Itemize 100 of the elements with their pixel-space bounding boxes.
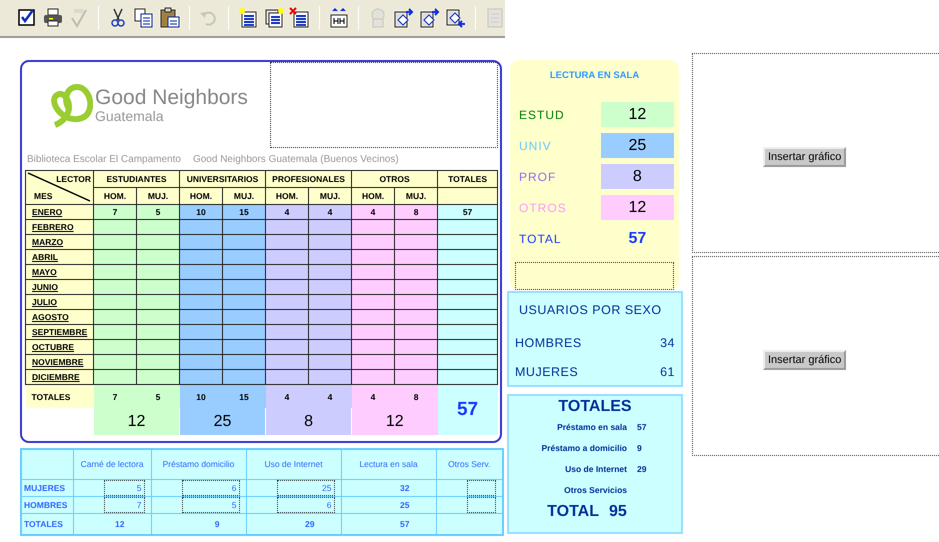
toolbar-button[interactable] — [133, 6, 155, 30]
input-field[interactable]: 7 — [104, 496, 144, 512]
row-label: TOTAL — [518, 232, 563, 246]
total-value: 95 — [609, 503, 628, 521]
logo-title: Good Neighbors — [95, 86, 248, 108]
diagonal-line — [26, 172, 92, 203]
row-value: 57 — [637, 422, 648, 432]
table-cell: 7 — [94, 204, 136, 220]
table-cell: 10 — [180, 384, 223, 408]
table-cell: 8 — [394, 384, 438, 408]
toolbar-button[interactable] — [289, 6, 311, 30]
toolbar-button[interactable] — [419, 6, 441, 30]
input-field[interactable] — [466, 496, 496, 512]
group-total: 8 — [266, 408, 352, 435]
group-total: 12 — [94, 408, 180, 435]
row-label: Préstamo en sala — [556, 422, 628, 432]
toolbar-button[interactable] — [237, 6, 259, 30]
value-cell: 12 — [600, 102, 674, 127]
column-header: LECTOR — [56, 173, 91, 185]
row-label: NOVIEMBRE — [32, 357, 84, 367]
row-label: MUJERES — [515, 364, 578, 378]
table-cell: 5 — [136, 204, 180, 220]
caption: Biblioteca Escolar El Campamento — [27, 154, 181, 164]
row-label: ESTUD — [518, 108, 566, 122]
column-header: HOM. — [266, 188, 309, 204]
row-value: 9 — [637, 442, 643, 452]
table-cell: 4 — [352, 384, 395, 408]
panel-title: USUARIOS POR SEXO — [518, 303, 663, 317]
column-header: MES — [34, 190, 52, 202]
insert-chart-button[interactable]: Insertar gráfico — [763, 350, 846, 370]
toolbar-button[interactable] — [263, 6, 285, 30]
export-icon — [393, 7, 415, 29]
column-header: HOM. — [352, 188, 395, 204]
group-total: 12 — [352, 408, 438, 435]
table-cell: 25 — [341, 496, 436, 513]
column-header: Carné de lectora — [73, 449, 151, 479]
table-cell: 10 — [180, 204, 223, 220]
panel-title: LECTURA EN SALA — [548, 70, 640, 81]
toolbar-button[interactable] — [159, 6, 181, 30]
table-cell: 4 — [308, 204, 352, 220]
list-icon — [263, 7, 285, 29]
caption: Good Neighbors Guatemala (Buenos Vecinos) — [192, 154, 399, 164]
column-header: PROFESIONALES — [266, 170, 352, 188]
panel-title: TOTALES — [557, 398, 633, 416]
table-cell: 7 — [94, 384, 136, 408]
row-label: MAYO — [32, 267, 57, 277]
value-cell: 12 — [600, 195, 674, 220]
column-header: MUJ. — [394, 188, 438, 204]
input-field[interactable]: 6 — [182, 480, 240, 496]
import-icon — [445, 7, 467, 29]
row-label: TOTALES — [32, 392, 70, 402]
toolbar-button[interactable] — [393, 6, 415, 30]
insert-chart-button[interactable]: Insertar gráfico — [763, 147, 846, 167]
column-header: UNIVERSITARIOS — [180, 170, 266, 188]
row-label: FEBRERO — [32, 222, 74, 232]
input-field[interactable]: 6 — [276, 496, 334, 512]
row-label: Otros Servicios — [563, 484, 628, 494]
column-header: HOM. — [94, 188, 136, 204]
table-cell: 15 — [222, 204, 266, 220]
row-label: MUJERES — [21, 479, 73, 496]
row-value: 29 — [637, 464, 648, 474]
row-label: SEPTIEMBRE — [32, 327, 88, 337]
input-field[interactable]: 5 — [182, 496, 240, 512]
table-cell: 15 — [222, 384, 266, 408]
column-header: Préstamo domicilio — [151, 449, 246, 479]
row-label: HOMBRES — [515, 336, 582, 350]
copy-icon — [133, 7, 155, 29]
row-value: 61 — [660, 364, 675, 378]
column-header: ESTUDIANTES — [94, 170, 180, 188]
checkbox-icon — [16, 7, 38, 29]
grand-total: 57 — [438, 384, 498, 435]
row-label: DICIEMBRE — [32, 372, 80, 382]
input-field[interactable]: 5 — [104, 480, 144, 496]
table-cell: 32 — [341, 479, 436, 496]
list-icon — [289, 7, 311, 29]
input-field[interactable] — [466, 480, 496, 496]
column-header: MUJ. — [222, 188, 266, 204]
export-icon — [419, 7, 441, 29]
total-label: TOTAL — [546, 503, 600, 521]
column-header: MUJ. — [136, 188, 180, 204]
printer-icon — [42, 7, 64, 29]
row-label: JUNIO — [32, 282, 58, 292]
column-header: OTROS — [352, 170, 438, 188]
clipboard-icon — [159, 7, 181, 29]
row-label: Préstamo a domicilio — [540, 442, 628, 452]
column-header: HOM. — [180, 188, 223, 204]
row-label: OTROS — [518, 200, 568, 214]
row-label: PROF — [518, 170, 558, 184]
value-cell: 8 — [600, 164, 674, 189]
row-label: AGOSTO — [32, 312, 69, 322]
list-icon — [237, 7, 259, 29]
table-cell: 4 — [308, 384, 352, 408]
table-cell: 57 — [438, 204, 498, 220]
table-cell: 4 — [266, 204, 309, 220]
input-field[interactable]: 25 — [276, 480, 334, 496]
table-cell: 4 — [352, 204, 395, 220]
row-label: TOTALES — [21, 513, 73, 534]
column-header: TOTALES — [438, 170, 498, 188]
row-label: OCTUBRE — [32, 342, 74, 352]
table-cell: 5 — [136, 384, 180, 408]
